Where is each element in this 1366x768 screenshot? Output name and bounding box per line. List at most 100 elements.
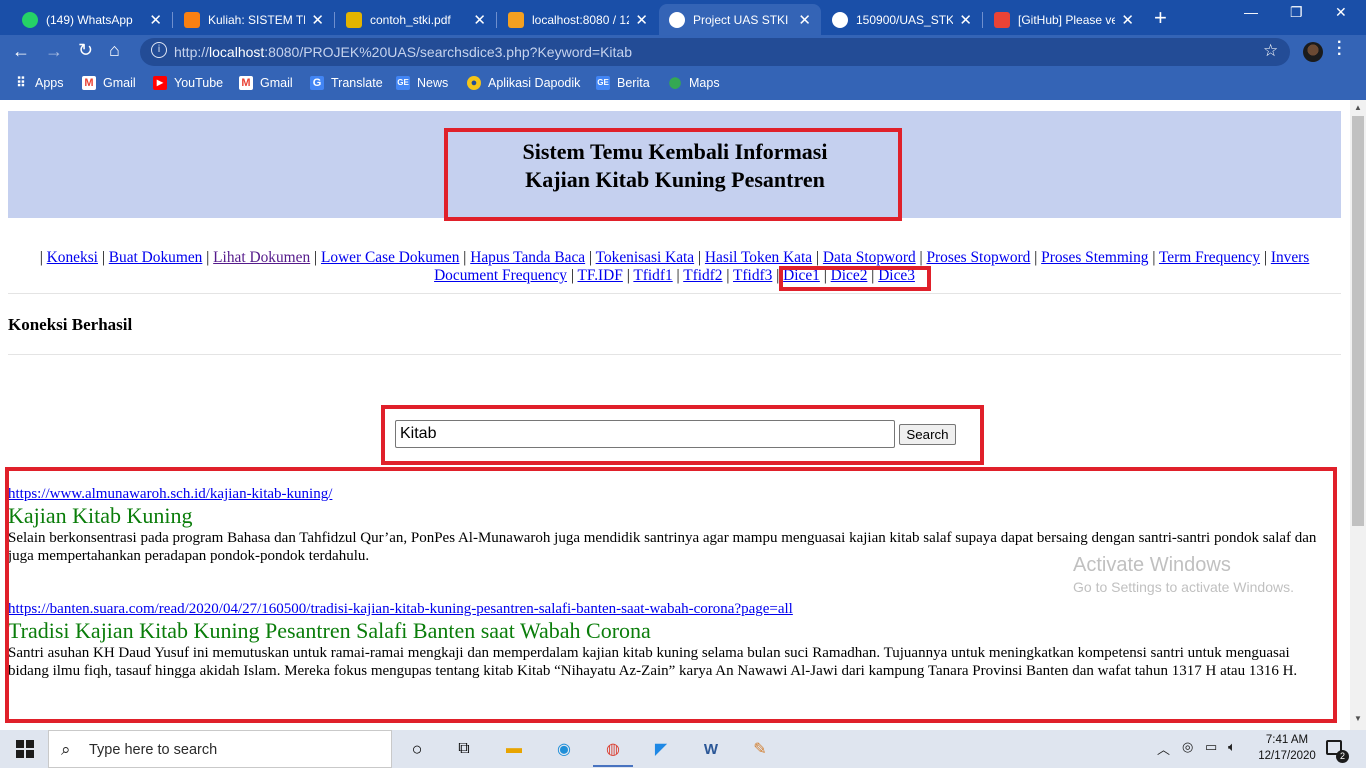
reload-icon[interactable]: ↻ [78,40,93,61]
nav-link-0[interactable]: Koneksi [47,249,98,266]
nav-link-17[interactable]: Dice2 [831,267,868,284]
github-icon [832,11,848,28]
result-title[interactable]: Kajian Kitab Kuning [8,503,1328,529]
bookmark-news[interactable]: GE News [396,76,448,90]
nav-link-1[interactable]: Buat Dokumen [109,249,203,266]
nav-separator: | [694,249,705,266]
search-button[interactable]: Search [899,424,956,445]
bookmark-apps[interactable]: ⠿ Apps [14,76,63,91]
nav-link-9[interactable]: Proses Stemming [1041,249,1148,266]
nav-link-18[interactable]: Dice3 [878,267,915,284]
home-icon[interactable]: ⌂ [109,40,120,61]
nav-separator: | [722,267,734,284]
nav-separator: | [97,249,109,266]
nav-separator: | [310,249,321,266]
tab-title: localhost:8080 / 12 [532,12,630,27]
nav-link-13[interactable]: Tfidf1 [633,267,672,284]
search-result: https://banten.suara.com/read/2020/04/27… [8,600,1328,680]
tab-whatsapp[interactable]: (149) WhatsApp ✕ [12,4,172,35]
scrollbar-thumb[interactable] [1352,116,1364,526]
nav-link-12[interactable]: TF.IDF [577,267,622,284]
divider [8,293,1341,294]
bookmark-star-icon[interactable]: ☆ [1263,41,1278,61]
bookmark-berita[interactable]: GE Berita [596,76,650,90]
chrome-menu-icon[interactable]: · · · [1337,35,1342,63]
people-icon[interactable]: ◎ [1182,739,1193,755]
nav-link-4[interactable]: Hapus Tanda Baca [470,249,585,266]
file-explorer-icon[interactable]: ▬ [501,737,527,761]
volume-icon[interactable]: 🔈︎ [1228,739,1236,755]
forward-icon[interactable]: → [45,41,63,62]
nav-separator: | [202,249,214,266]
connection-status: Koneksi Berhasil [8,315,133,334]
tab-github[interactable]: 150900/UAS_STKI ✕ [822,4,982,35]
close-window-icon[interactable]: ✕ [1335,4,1347,21]
restore-icon[interactable]: ❐ [1290,4,1303,21]
bookmark-dapodik[interactable]: ● Aplikasi Dapodik [467,76,580,90]
search-result: https://www.almunawaroh.sch.id/kajian-ki… [8,485,1328,565]
nav-link-16[interactable]: Dice1 [783,267,820,284]
site-info-icon[interactable]: i [151,42,167,58]
nav-separator: | [672,267,684,284]
result-url[interactable]: https://www.almunawaroh.sch.id/kajian-ki… [8,485,1328,503]
bookmark-gmail-2[interactable]: M Gmail [239,76,293,90]
tab-phpmyadmin[interactable]: localhost:8080 / 12 ✕ [498,4,658,35]
nav-links: | Koneksi | Buat Dokumen | Lihat Dokumen… [8,249,1341,285]
scroll-down-icon[interactable]: ▼ [1354,714,1362,723]
edge-icon[interactable]: ◉ [551,737,577,761]
nav-link-7[interactable]: Data Stopword [823,249,916,266]
close-tab-icon[interactable]: ✕ [473,11,486,29]
nav-separator: | [566,267,578,284]
close-tab-icon[interactable]: ✕ [149,11,162,29]
scroll-up-icon[interactable]: ▲ [1354,103,1362,112]
bookmark-maps[interactable]: ⬤ Maps [668,76,720,90]
tab-kuliah[interactable]: Kuliah: SISTEM TEMU ✕ [174,4,334,35]
paint-icon[interactable]: ✎ [747,737,773,761]
result-title[interactable]: Tradisi Kajian Kitab Kuning Pesantren Sa… [8,618,1328,644]
nav-link-3[interactable]: Lower Case Dokumen [321,249,459,266]
close-tab-icon[interactable]: ✕ [798,11,811,29]
result-url[interactable]: https://banten.suara.com/read/2020/04/27… [8,600,1328,618]
nav-link-8[interactable]: Proses Stopword [926,249,1030,266]
back-icon[interactable]: ← [12,41,30,62]
network-icon[interactable]: ▭ [1205,739,1217,755]
taskbar-search-box[interactable]: ⌕ Type here to search [48,730,392,768]
tray-overflow-icon[interactable]: ︿ [1157,739,1170,758]
nav-link-2[interactable]: Lihat Dokumen [213,249,310,266]
minimize-icon[interactable]: — [1244,4,1258,20]
tab-project-uas[interactable]: Project UAS STKI ✕ [659,4,821,35]
tab-title: Kuliah: SISTEM TEMU [208,12,305,27]
close-tab-icon[interactable]: ✕ [311,11,324,29]
nav-link-6[interactable]: Hasil Token Kata [705,249,812,266]
tab-title: 150900/UAS_STKI [856,12,954,27]
bookmark-translate[interactable]: G Translate [310,76,383,90]
chrome-icon[interactable]: ◍ [600,737,626,761]
search-input[interactable] [395,420,895,448]
vscode-icon[interactable]: ◤ [648,737,674,761]
tab-title: contoh_stki.pdf [370,12,451,27]
close-tab-icon[interactable]: ✕ [959,11,972,29]
tab-pdf[interactable]: contoh_stki.pdf ✕ [336,4,496,35]
cortana-icon[interactable]: ○ [404,737,430,761]
word-icon[interactable]: W [698,737,724,761]
new-tab-button[interactable]: + [1154,5,1167,31]
bookmark-youtube[interactable]: ▶ YouTube [153,76,223,90]
nav-link-14[interactable]: Tfidf2 [683,267,722,284]
url-text[interactable]: http://localhost:8080/PROJEK%20UAS/searc… [174,44,632,60]
nav-separator: | [819,267,831,284]
close-tab-icon[interactable]: ✕ [635,11,648,29]
taskbar-clock[interactable]: 7:41 AM 12/17/2020 [1252,732,1322,764]
nav-link-10[interactable]: Term Frequency [1159,249,1260,266]
tab-title: [GitHub] Please ve [1018,12,1116,27]
close-tab-icon[interactable]: ✕ [1121,11,1134,29]
nav-link-5[interactable]: Tokenisasi Kata [596,249,695,266]
windows-start-icon[interactable] [16,740,34,758]
task-view-icon[interactable]: ⧉ [451,737,477,761]
page-scrollbar[interactable]: ▲ ▼ [1350,100,1366,730]
profile-avatar[interactable] [1303,42,1323,62]
bookmark-gmail[interactable]: M Gmail [82,76,136,90]
nav-link-15[interactable]: Tfidf3 [733,267,772,284]
nav-separator: | [459,249,471,266]
tab-gmail-github[interactable]: [GitHub] Please ve ✕ [984,4,1144,35]
translate-icon: G [310,76,324,90]
